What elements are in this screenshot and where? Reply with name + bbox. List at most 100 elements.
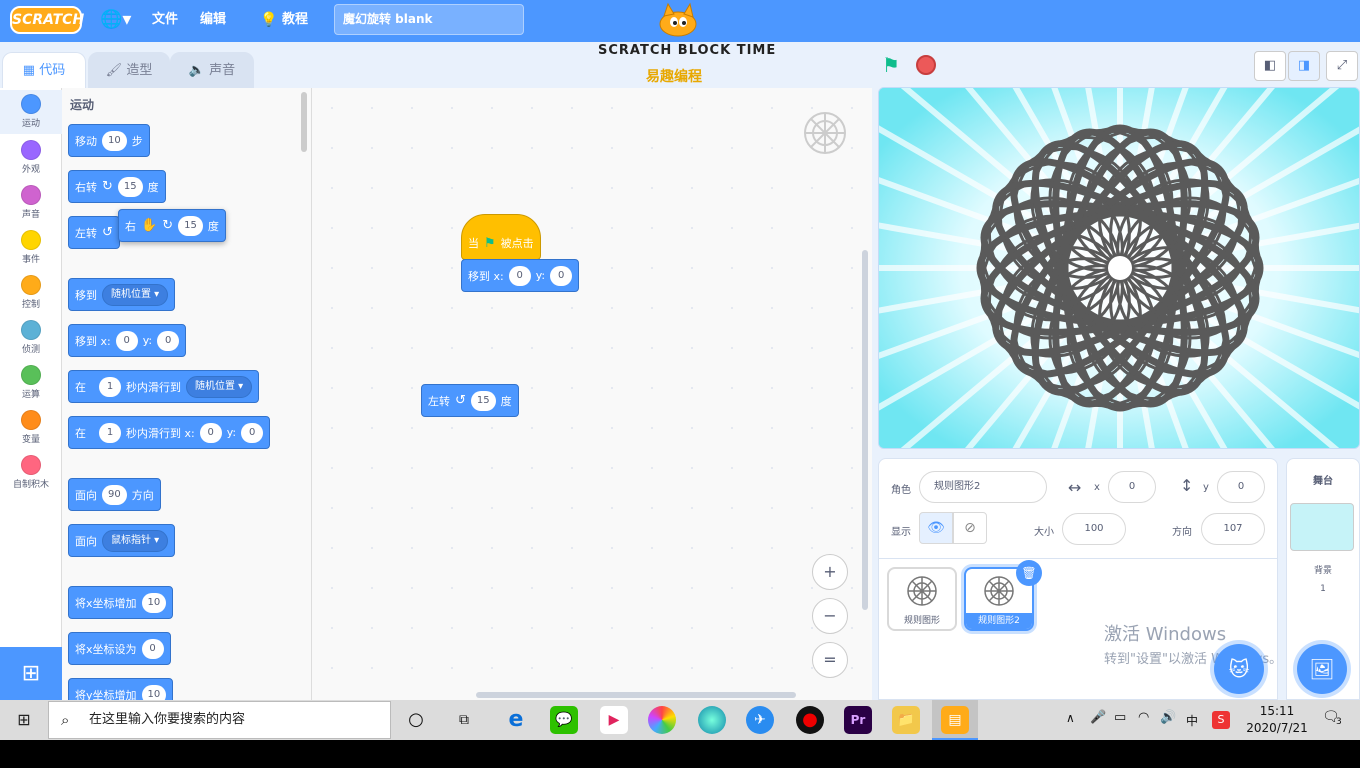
wechat-icon[interactable]: 💬 [550,706,578,734]
category-variables[interactable]: 变量 [0,410,62,445]
project-title-input[interactable]: 魔幻旋转 blank [334,4,524,35]
volume-icon[interactable]: 🔊 [1160,710,1176,725]
script-workspace[interactable] [312,88,872,700]
backdrop-thumbnail[interactable] [1290,503,1354,551]
workspace-vertical-scrollbar[interactable] [862,250,868,610]
youku-icon[interactable]: ▶ [600,706,628,734]
edge-browser-icon[interactable]: e [502,706,530,734]
battery-icon[interactable]: ▭ [1114,710,1126,725]
degrees-input[interactable]: 15 [470,390,496,411]
show-sprite-button[interactable]: 👁 [919,512,953,544]
block-set-x[interactable]: 将x坐标设为 0 [68,632,171,665]
steps-input[interactable]: 10 [102,130,127,151]
ime-indicator[interactable]: 中 [1186,712,1198,729]
small-stage-button[interactable]: ◧ [1254,51,1286,81]
block-glide-xy[interactable]: 在 1 秒内滑行到 x: 0 y: 0 [68,416,271,449]
choose-sprite-button[interactable]: 🐱 [1214,644,1264,694]
category-sensing[interactable]: 侦测 [0,320,62,355]
glide-dropdown[interactable]: 随机位置 ▾ [186,375,253,398]
block-turn-left[interactable]: 左转 ↺ [68,216,120,249]
secs-input[interactable]: 1 [99,422,121,443]
fullscreen-button[interactable]: ⤢ [1326,51,1358,81]
category-sound[interactable]: 声音 [0,185,62,220]
task-view-icon[interactable]: ⧉ [450,706,478,734]
scratch-taskbar-item[interactable]: ▤ [932,700,978,740]
y-input[interactable]: 0 [241,422,264,443]
block-point-direction[interactable]: 面向 90 方向 [68,478,161,511]
stop-button[interactable] [916,55,936,75]
x-input[interactable]: 0 [1108,471,1156,503]
category-motion[interactable]: 运动 [0,90,62,134]
hide-sprite-button[interactable]: ⊘ [953,512,987,544]
block-change-y[interactable]: 将y坐标增加 10 [68,678,174,700]
set-x-input[interactable]: 0 [141,638,164,659]
block-change-x[interactable]: 将x坐标增加 10 [68,586,174,619]
palette-scrollbar[interactable] [301,92,307,152]
block-when-flag-clicked[interactable]: 当 ⚑ 被点击 [461,214,541,260]
microphone-icon[interactable]: 🎤 [1090,710,1106,725]
green-flag-button[interactable]: ⚑ [882,53,900,77]
x-input[interactable]: 0 [199,422,222,443]
change-y-input[interactable]: 10 [141,684,167,700]
block-move-steps[interactable]: 移动 10 步 [68,124,150,157]
block-point-towards[interactable]: 面向 鼠标指针 ▾ [68,524,176,557]
category-looks[interactable]: 外观 [0,140,62,175]
block-goto-xy-script[interactable]: 移到 x: 0 y: 0 [461,259,580,292]
file-explorer-icon[interactable]: 📁 [892,706,920,734]
stage-canvas[interactable] [878,87,1360,449]
block-goto-xy[interactable]: 移到 x: 0 y: 0 [68,324,187,357]
block-goto[interactable]: 移到 随机位置 ▾ [68,278,176,311]
scratch-logo[interactable]: SCRATCH [10,6,84,34]
sprite-thumbnail[interactable]: 规则图形 [887,567,957,631]
block-glide-to[interactable]: 在 1 秒内滑行到 随机位置 ▾ [68,370,260,403]
show-hidden-icons[interactable]: ∧ [1066,711,1075,725]
taskbar-clock[interactable]: 15:11 2020/7/21 [1236,703,1318,737]
size-input[interactable]: 100 [1062,513,1126,545]
block-turn-right[interactable]: 右转 ↻ 15 度 [68,170,166,203]
block-turn-left-script[interactable]: 左转 ↺ 15 度 [421,384,519,417]
degrees-input[interactable]: 15 [117,176,143,197]
sprite-name-input[interactable]: 规则图形2 [919,471,1047,503]
y-input[interactable]: 0 [550,265,573,286]
normal-stage-button[interactable]: ◨ [1288,51,1320,81]
taskbar-search[interactable]: ⌕ 在这里输入你要搜索的内容 [48,701,391,739]
towards-dropdown[interactable]: 鼠标指针 ▾ [102,529,169,552]
dragging-block-turn-right[interactable]: 右 ✋ ↻ 15 度 [118,209,226,242]
menu-file[interactable]: 文件 [152,0,178,42]
direction-input[interactable]: 107 [1201,513,1265,545]
workspace-horizontal-scrollbar[interactable] [476,692,796,698]
color-app-icon[interactable] [648,706,676,734]
tab-costumes[interactable]: 🖌 造型 [88,52,170,88]
cortana-icon[interactable]: ○ [402,706,430,734]
zoom-out-button[interactable]: − [812,598,848,634]
tab-sounds[interactable]: 🔈 声音 [170,52,254,88]
direction-input[interactable]: 90 [102,484,127,505]
tab-code[interactable]: ▦ 代码 [2,52,86,88]
category-operators[interactable]: 运算 [0,365,62,400]
goto-dropdown[interactable]: 随机位置 ▾ [102,283,169,306]
zoom-reset-button[interactable]: = [812,642,848,678]
change-x-input[interactable]: 10 [141,592,167,613]
zoom-in-button[interactable]: + [812,554,848,590]
y-input[interactable]: 0 [157,330,180,351]
premiere-icon[interactable]: Pr [844,706,872,734]
menu-edit[interactable]: 编辑 [200,0,226,42]
menu-tutorial[interactable]: 教程 [282,0,308,42]
x-input[interactable]: 0 [508,265,531,286]
notification-icon[interactable]: 🗨 3 [1322,709,1342,727]
globe-icon[interactable]: 🌐▾ [100,0,131,42]
category-control[interactable]: 控制 [0,275,62,310]
windows-start-button[interactable]: ⊞ [0,700,48,740]
x-input[interactable]: 0 [115,330,138,351]
screen-recorder-icon[interactable]: ● [796,706,824,734]
delete-sprite-button[interactable]: 🗑 [1016,560,1042,586]
sogou-ime-icon[interactable]: S [1212,711,1230,729]
category-my-blocks[interactable]: 自制积木 [0,455,62,490]
feishu-icon[interactable]: ✈ [746,706,774,734]
wifi-icon[interactable]: ◠ [1138,710,1149,725]
browser-globe-icon[interactable] [698,706,726,734]
add-extension-button[interactable]: ⊞ [0,647,62,700]
y-input[interactable]: 0 [1217,471,1265,503]
choose-backdrop-button[interactable]: 🖼 [1297,644,1347,694]
category-events[interactable]: 事件 [0,230,62,265]
